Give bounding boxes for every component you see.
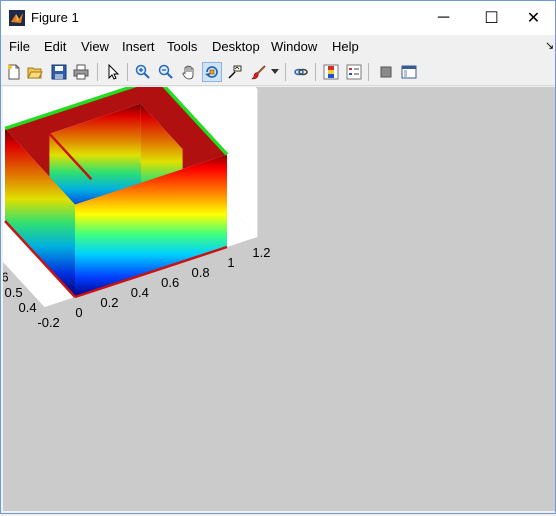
surface-plot[interactable]: 00.20.40.60.80.40.50.60.70.80.9-0.200.20… [0,13,555,511]
x-tick-label: 0.2 [100,295,118,310]
minimize-button[interactable]: ─ [421,1,466,35]
edit-plot-arrow-icon[interactable] [103,62,123,82]
zoom-in-icon[interactable] [133,62,153,82]
menu-file[interactable]: File [9,39,30,54]
figure-toolbar [1,59,555,86]
insert-colorbar-icon[interactable] [321,62,341,82]
window-title: Figure 1 [31,10,79,25]
menu-window[interactable]: Window [271,39,317,54]
y-tick-label: 0.4 [19,300,37,315]
hide-plot-tools-icon[interactable] [376,62,396,82]
toolbar-separator [285,63,286,81]
open-file-icon[interactable] [25,62,45,82]
pan-hand-icon[interactable] [179,62,199,82]
minimize-icon: ─ [437,9,450,26]
save-icon[interactable] [49,62,69,82]
toolbar-separator [97,63,98,81]
new-figure-icon[interactable] [4,62,24,82]
close-button[interactable]: ✕ [511,1,556,35]
data-cursor-icon[interactable] [225,62,245,82]
toolbar-separator [315,63,316,81]
rotate-3d-icon[interactable] [202,62,222,82]
insert-legend-icon[interactable] [344,62,364,82]
figure-window: Figure 1 ─ ☐ ✕ File Edit View Insert Too… [0,0,556,514]
zoom-out-icon[interactable] [156,62,176,82]
brush-dropdown-chevron-down-icon[interactable] [269,62,281,82]
menu-desktop[interactable]: Desktop [212,39,260,54]
menu-view[interactable]: View [81,39,109,54]
menu-edit[interactable]: Edit [44,39,66,54]
link-plot-icon[interactable] [291,62,311,82]
maximize-icon: ☐ [484,10,499,27]
toolbar-separator [368,63,369,81]
x-tick-label: 0.8 [192,265,210,280]
y-tick-label: 0.5 [5,285,23,300]
menu-bar: File Edit View Insert Tools Desktop Wind… [1,37,555,57]
toolbar-separator [127,63,128,81]
print-icon[interactable] [71,62,91,82]
menu-tools[interactable]: Tools [167,39,197,54]
x-tick-label: 0.4 [131,285,149,300]
menu-help[interactable]: Help [332,39,359,54]
x-tick-label: 0 [75,305,82,320]
maximize-button[interactable]: ☐ [469,1,514,35]
figure-canvas[interactable]: 00.20.40.60.80.40.50.60.70.80.9-0.200.20… [0,13,555,511]
x-tick-label: 0.6 [161,275,179,290]
x-tick-label: 1.2 [252,245,270,260]
brush-icon[interactable] [249,62,269,82]
x-tick-label: -0.2 [37,315,59,330]
menu-insert[interactable]: Insert [122,39,155,54]
close-icon: ✕ [526,10,541,27]
x-tick-label: 1 [227,255,234,270]
show-plot-tools-icon[interactable] [399,62,419,82]
matlab-logo-icon [9,10,25,26]
y-tick-label: 0.6 [3,270,9,285]
undock-arrow-icon[interactable]: ↘ [545,39,554,52]
title-bar[interactable]: Figure 1 ─ ☐ ✕ [1,1,555,35]
